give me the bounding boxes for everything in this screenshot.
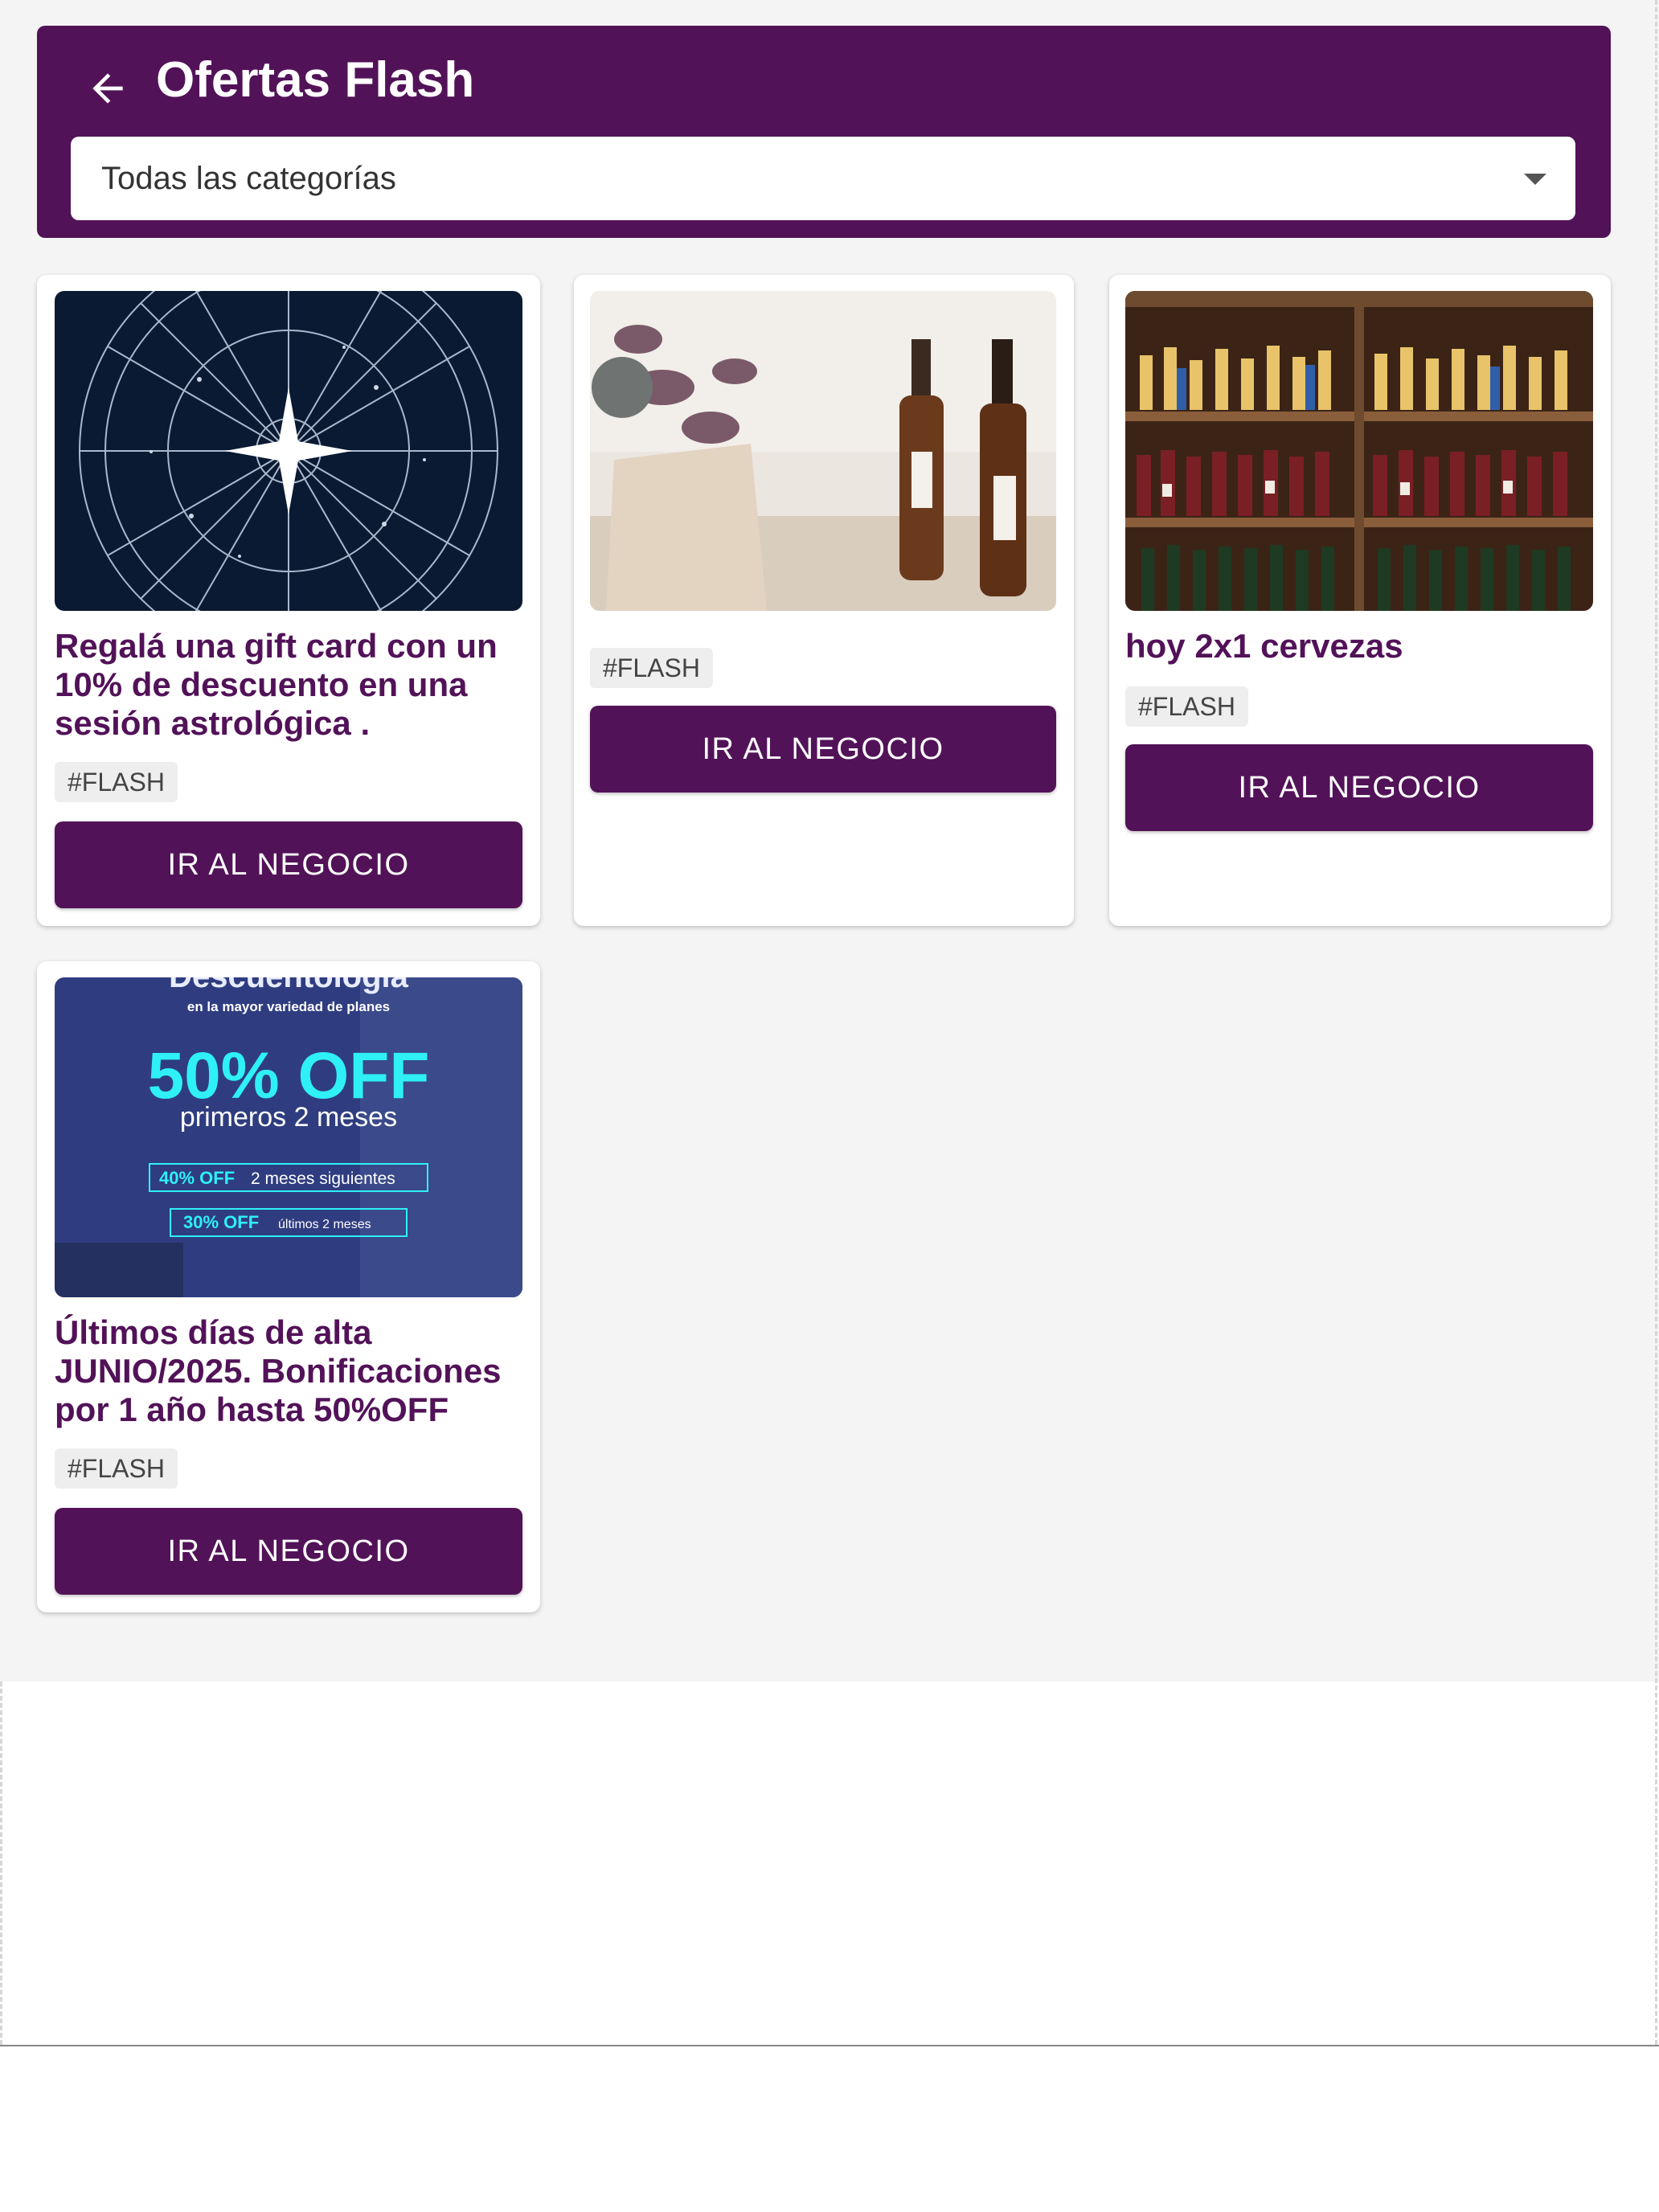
offer-card: hoy 2x1 cervezas #FLASH IR AL NEGOCIO <box>1109 275 1611 926</box>
promo-banner-image[interactable]: Descuentologia en la mayor variedad de p… <box>55 977 522 1297</box>
promo-offer3-text: 30% OFF <box>183 1212 259 1232</box>
app-header: Ofertas Flash Todas las categorías <box>37 26 1611 238</box>
liquor-shelves-image[interactable] <box>1125 291 1593 611</box>
promo-brand-text: Descuentologia <box>169 977 409 994</box>
offer-title: hoy 2x1 cervezas <box>1125 627 1403 665</box>
flash-tag: #FLASH <box>55 1448 178 1489</box>
go-to-business-button[interactable]: IR AL NEGOCIO <box>1125 744 1593 831</box>
arrow-left-icon <box>92 73 123 104</box>
offer-title: Regalá una gift card con un 10% de descu… <box>55 627 498 742</box>
flash-tag: #FLASH <box>55 762 178 802</box>
dashed-border-left <box>0 1682 2 2045</box>
promo-offer-detail: primeros 2 meses <box>180 1102 397 1133</box>
go-to-business-button[interactable]: IR AL NEGOCIO <box>55 821 522 908</box>
zodiac-wheel-image[interactable] <box>55 291 522 611</box>
offer-card: Regalá una gift card con un 10% de descu… <box>37 275 540 926</box>
caret-down-icon <box>1524 174 1546 185</box>
promo-tagline-text: en la mayor variedad de planes <box>187 999 390 1014</box>
dashed-border-right <box>1655 0 1657 2045</box>
go-to-business-button[interactable]: IR AL NEGOCIO <box>55 1508 522 1595</box>
back-button[interactable] <box>69 48 150 129</box>
flash-tag: #FLASH <box>590 648 713 688</box>
go-to-business-button[interactable]: IR AL NEGOCIO <box>590 706 1056 793</box>
oil-bottles-image[interactable] <box>590 291 1056 611</box>
category-select-value: Todas las categorías <box>101 161 396 196</box>
bottom-divider <box>0 2045 1659 2046</box>
offer-card: #FLASH IR AL NEGOCIO <box>574 275 1074 926</box>
promo-offer3-detail: últimos 2 meses <box>278 1218 371 1231</box>
page-title: Ofertas Flash <box>156 52 475 108</box>
flash-tag: #FLASH <box>1125 686 1248 727</box>
promo-offer2-text: 40% OFF <box>159 1168 235 1188</box>
offer-title: Últimos días de alta JUNIO/2025. Bonific… <box>55 1313 502 1428</box>
offer-card: Descuentologia en la mayor variedad de p… <box>37 961 540 1612</box>
category-select[interactable]: Todas las categorías <box>71 137 1575 220</box>
promo-offer2-detail: 2 meses siguientes <box>251 1169 395 1188</box>
